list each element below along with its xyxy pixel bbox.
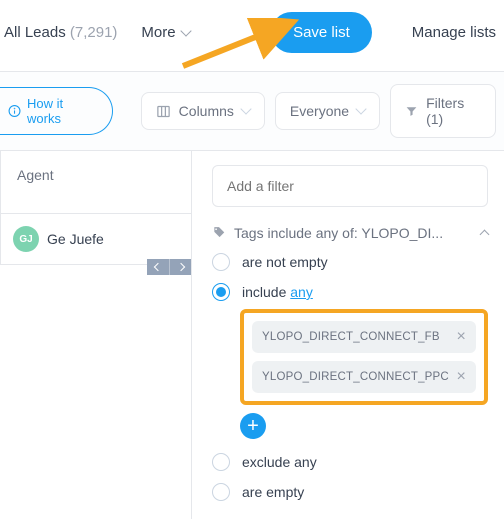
leads-count: (7,291) [70,24,118,41]
radio-label: include any [242,284,313,300]
info-icon [8,104,21,118]
avatar: GJ [13,226,39,252]
filter-card-title: Tags include any of: YLOPO_DI... [234,225,473,241]
filters-panel: Tags include any of: YLOPO_DI... are not… [192,151,504,519]
radio-label: are empty [242,484,304,500]
radio-are-not-empty[interactable]: are not empty [212,253,488,271]
chevron-down-icon [355,103,366,114]
scope-label: Everyone [290,103,349,119]
filters-label: Filters (1) [426,95,481,127]
radio-icon [212,283,230,301]
radio-icon [212,483,230,501]
selected-tags-box: YLOPO_DIRECT_CONNECT_FB × YLOPO_DIRECT_C… [240,309,488,405]
radio-label: exclude any [242,454,317,470]
more-menu[interactable]: More [141,24,189,41]
filter-icon [405,104,418,118]
radio-icon [212,253,230,271]
chevron-right-icon [176,263,184,271]
horizontal-scroll [147,259,191,275]
columns-icon [156,104,171,119]
filters-button[interactable]: Filters (1) [390,84,496,138]
filter-card-header[interactable]: Tags include any of: YLOPO_DI... [212,225,488,241]
radio-label: are not empty [242,254,328,270]
tag-label: YLOPO_DIRECT_CONNECT_PPC [262,371,449,383]
chevron-left-icon [154,263,162,271]
manage-lists-link[interactable]: Manage lists [412,24,496,41]
tag-icon [212,226,226,240]
radio-are-empty[interactable]: are empty [212,483,488,501]
plus-icon: + [247,415,259,438]
radio-exclude-any[interactable]: exclude any [212,453,488,471]
tag-label: YLOPO_DIRECT_CONNECT_FB [262,331,440,343]
radio-include-any[interactable]: include any [212,283,488,301]
leads-table: Agent GJ Ge Juefe [0,151,192,519]
more-label: More [141,24,175,41]
scroll-right-button[interactable] [169,259,191,275]
tag-chip: YLOPO_DIRECT_CONNECT_FB × [252,321,476,353]
chevron-down-icon [240,103,251,114]
scroll-left-button[interactable] [147,259,169,275]
agent-name: Ge Juefe [47,231,104,247]
add-filter-input[interactable] [212,165,488,207]
remove-tag-button[interactable]: × [456,329,466,345]
include-mode-link[interactable]: any [290,284,313,300]
tag-chip: YLOPO_DIRECT_CONNECT_PPC × [252,361,476,393]
remove-tag-button[interactable]: × [456,369,466,385]
radio-icon [212,453,230,471]
columns-dropdown[interactable]: Columns [141,92,265,130]
save-list-button[interactable]: Save list [271,12,372,53]
column-header-agent[interactable]: Agent [0,151,191,214]
table-row[interactable]: GJ Ge Juefe [0,214,191,265]
how-it-works-button[interactable]: How it works [0,87,113,135]
chevron-down-icon [180,25,191,36]
leads-label: All Leads [4,24,66,41]
how-it-works-label: How it works [27,96,96,126]
columns-label: Columns [179,103,234,119]
chevron-up-icon [480,229,490,239]
all-leads-link[interactable]: All Leads (7,291) [4,24,117,41]
scope-dropdown[interactable]: Everyone [275,92,380,130]
add-tag-button[interactable]: + [240,413,266,439]
include-text: include [242,284,286,300]
